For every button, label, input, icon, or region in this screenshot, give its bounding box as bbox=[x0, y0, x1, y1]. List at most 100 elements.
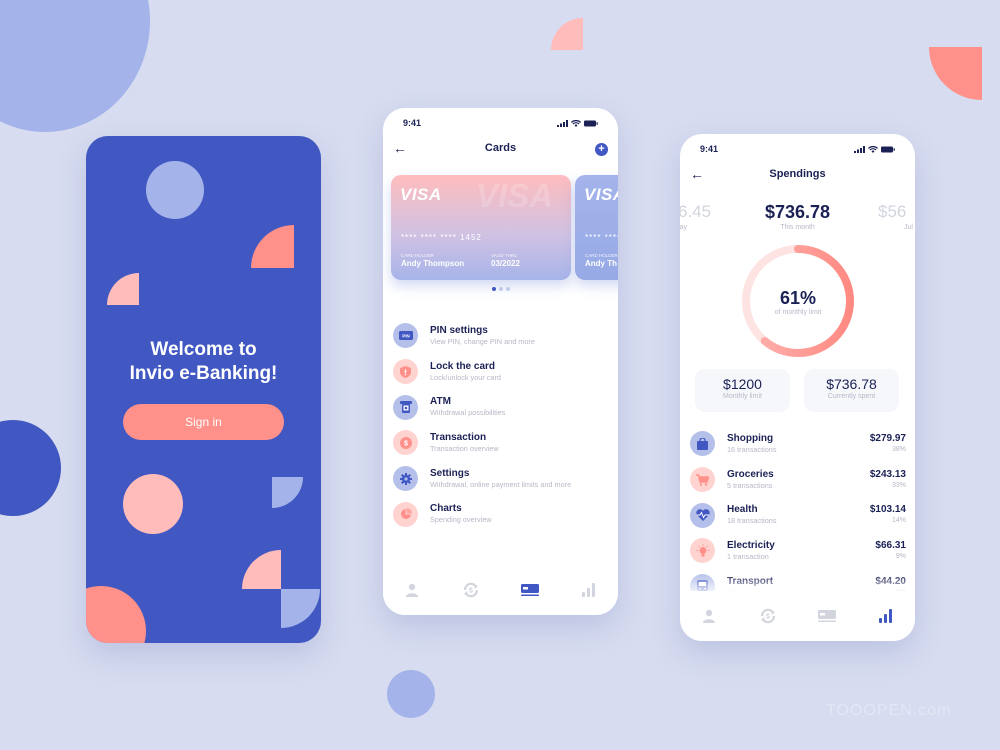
battery-icon bbox=[881, 146, 895, 152]
menu-item-pin-settings[interactable]: PIN PIN settings View PIN, change PIN and… bbox=[393, 318, 613, 354]
svg-text:$: $ bbox=[469, 588, 473, 595]
page-dot[interactable] bbox=[491, 287, 496, 291]
status-time: 9:41 bbox=[403, 118, 422, 128]
status-bar: 9:41 bbox=[403, 118, 598, 128]
signal-icon bbox=[854, 145, 865, 153]
decor-quarter bbox=[107, 273, 139, 305]
visa-card[interactable]: VISA **** **** CARD HOLDER Andy Th bbox=[575, 175, 618, 280]
shopping-bag-icon bbox=[690, 431, 715, 457]
decor-quarter bbox=[272, 477, 303, 508]
user-icon bbox=[406, 583, 419, 597]
pie-chart-icon bbox=[393, 501, 418, 527]
bar-chart-icon bbox=[581, 583, 595, 597]
tab-profile[interactable] bbox=[400, 580, 424, 600]
lightbulb-icon bbox=[690, 538, 715, 564]
card-holder-label: CARD HOLDER bbox=[401, 253, 434, 258]
menu-item-settings[interactable]: Settings Withdrawal, online payment limit… bbox=[393, 461, 613, 497]
spendings-screen: 9:41 ← Spendings 6.45 lay $736.78 This m… bbox=[680, 134, 915, 641]
welcome-title: Welcome to Invio e-Banking! bbox=[129, 339, 278, 384]
monthly-limit-box: $1200 Monthly limit bbox=[695, 369, 790, 412]
card-brand: VISA bbox=[584, 185, 618, 204]
currently-spent-box: $736.78 Currently spent bbox=[804, 369, 899, 412]
decor-quarter-top-right bbox=[929, 47, 982, 100]
decor-circle bbox=[86, 586, 146, 643]
decor-quarter-top bbox=[551, 18, 583, 50]
category-list: Shopping 16 transactions $279.97 38% Groce… bbox=[690, 426, 906, 604]
tab-cards[interactable] bbox=[815, 606, 839, 626]
card-holder-name: Andy Th bbox=[585, 259, 617, 268]
card-holder-label: CARD HOLDER bbox=[585, 253, 618, 258]
pin-icon: PIN bbox=[393, 323, 418, 349]
next-month-label: Jul bbox=[904, 224, 913, 231]
status-time: 9:41 bbox=[700, 144, 719, 154]
menu-item-transaction[interactable]: $ Transaction Transaction overview bbox=[393, 425, 613, 461]
decor-quarter bbox=[242, 550, 281, 589]
tab-stats[interactable] bbox=[577, 580, 601, 600]
spendings-header: ← Spendings bbox=[680, 166, 915, 184]
card-menu: PIN PIN settings View PIN, change PIN and… bbox=[393, 318, 613, 532]
visa-card[interactable]: VISA VISA **** **** **** 1452 CARD HOLDE… bbox=[391, 175, 571, 280]
dollar-coin-icon: $ bbox=[393, 430, 418, 456]
tab-bar: $ bbox=[383, 565, 618, 615]
decor-circle-bottom bbox=[387, 670, 435, 718]
cards-header: ← Cards + bbox=[383, 140, 618, 158]
valid-thru-value: 03/2022 bbox=[491, 259, 520, 268]
decor-circle bbox=[146, 161, 204, 219]
page-title: Spendings bbox=[769, 168, 826, 180]
menu-item-atm[interactable]: ATM Withdrawal possibilities bbox=[393, 389, 613, 425]
decor-circle-left bbox=[0, 420, 61, 516]
page-dot[interactable] bbox=[505, 287, 510, 291]
category-electricity[interactable]: Electricity 1 transaction $66.31 9% bbox=[690, 533, 906, 569]
decor-quarter bbox=[281, 589, 320, 628]
month-selector[interactable]: 6.45 lay $736.78 This month $56 Jul bbox=[680, 202, 915, 236]
tab-stats[interactable] bbox=[874, 606, 898, 626]
category-groceries[interactable]: Groceries 5 transactions $243.13 33% bbox=[690, 462, 906, 498]
valid-thru-label: VALID THRU bbox=[491, 253, 518, 258]
cards-screen: 9:41 ← Cards + VISA VISA **** **** **** … bbox=[383, 108, 618, 615]
tab-bar: $ bbox=[680, 591, 915, 641]
shield-lock-icon bbox=[393, 359, 418, 385]
menu-item-charts[interactable]: Charts Spending overview bbox=[393, 496, 613, 532]
welcome-screen: Welcome to Invio e-Banking! Sign in bbox=[86, 136, 321, 643]
next-month-amount[interactable]: $56 bbox=[878, 202, 906, 222]
wifi-icon bbox=[571, 119, 581, 127]
page-dot[interactable] bbox=[498, 287, 503, 291]
page-title: Cards bbox=[484, 142, 517, 154]
decor-quarter bbox=[251, 225, 294, 268]
cart-icon bbox=[690, 467, 715, 493]
card-holder-name: Andy Thompson bbox=[401, 259, 465, 268]
tab-exchange[interactable]: $ bbox=[459, 580, 483, 600]
visa-watermark: VISA bbox=[476, 177, 554, 214]
svg-text:$: $ bbox=[766, 614, 770, 621]
card-brand: VISA bbox=[400, 185, 442, 204]
card-number: **** **** bbox=[585, 233, 618, 242]
heartbeat-icon bbox=[690, 502, 715, 528]
plus-circle-icon[interactable]: + bbox=[595, 143, 608, 156]
card-number: **** **** **** 1452 bbox=[401, 233, 482, 242]
category-shopping[interactable]: Shopping 16 transactions $279.97 38% bbox=[690, 426, 906, 462]
card-page-indicator[interactable] bbox=[383, 287, 618, 291]
user-icon bbox=[703, 609, 716, 623]
card-icon bbox=[817, 610, 836, 622]
decor-circle-top-left bbox=[0, 0, 150, 132]
signal-icon bbox=[557, 119, 568, 127]
exchange-icon: $ bbox=[464, 582, 479, 598]
sign-in-button[interactable]: Sign in bbox=[123, 404, 284, 440]
tab-profile[interactable] bbox=[697, 606, 721, 626]
tab-cards[interactable] bbox=[518, 580, 542, 600]
atm-icon bbox=[393, 394, 418, 420]
category-health[interactable]: Health 18 transactions $103.14 14% bbox=[690, 497, 906, 533]
current-month-label: This month bbox=[780, 224, 815, 231]
percent-subtitle: of monthly limit bbox=[774, 309, 822, 316]
percent-value: 61% bbox=[779, 288, 817, 308]
tab-exchange[interactable]: $ bbox=[756, 606, 780, 626]
exchange-icon: $ bbox=[761, 608, 776, 624]
gear-icon bbox=[393, 466, 418, 492]
status-bar: 9:41 bbox=[700, 144, 895, 154]
card-icon bbox=[520, 584, 539, 596]
ring-label: 61% of monthly limit bbox=[739, 242, 857, 360]
battery-icon bbox=[584, 120, 598, 126]
svg-text:PIN: PIN bbox=[402, 334, 410, 339]
menu-item-lock-card[interactable]: Lock the card Lock/unlock your card bbox=[393, 354, 613, 390]
wifi-icon bbox=[868, 145, 878, 153]
